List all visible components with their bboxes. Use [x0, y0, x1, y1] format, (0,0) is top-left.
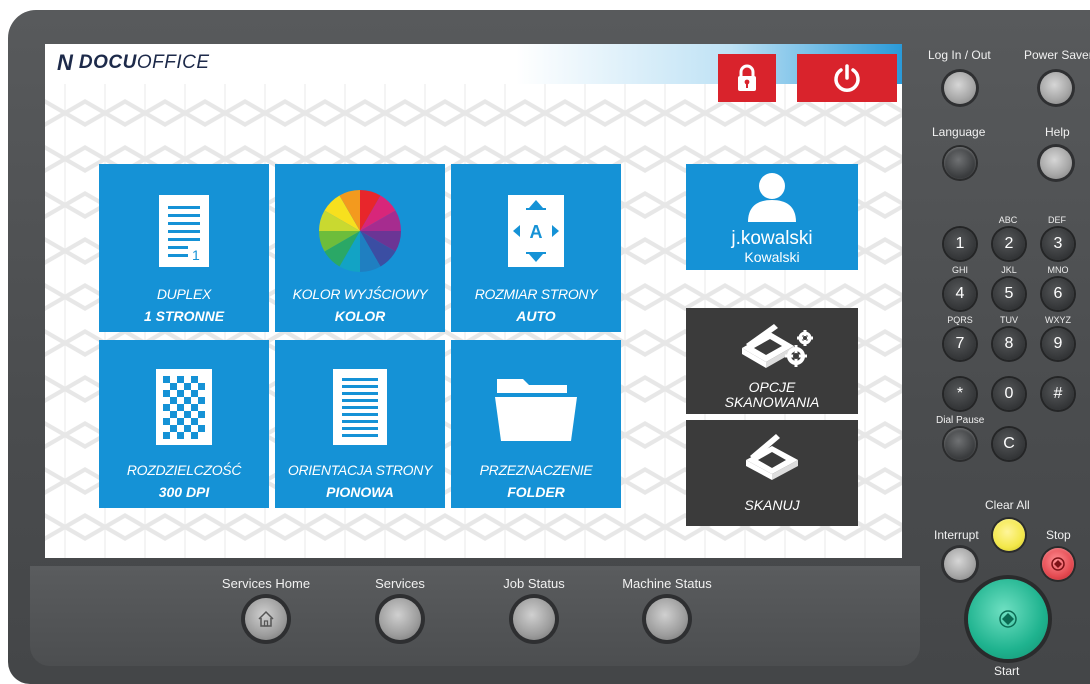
destination-tile[interactable]: PRZEZNACZENIE FOLDER: [451, 340, 621, 508]
key-8-letters: TUV: [1000, 315, 1018, 325]
job-status-button[interactable]: [513, 598, 555, 640]
key-3-letters: DEF: [1048, 215, 1066, 225]
lock-icon: [738, 64, 756, 91]
scan-label: SKANUJ: [744, 497, 800, 513]
login-logout-button[interactable]: [944, 72, 976, 104]
logo-mark: N: [57, 50, 73, 75]
services-label: Services: [375, 576, 425, 591]
key-7-letters: PQRS: [947, 315, 973, 325]
dial-pause-label: Dial Pause: [936, 415, 985, 426]
resolution-checker-icon: [156, 369, 212, 445]
lock-button[interactable]: [718, 54, 776, 102]
folder-icon: [495, 379, 577, 441]
power-button[interactable]: [797, 54, 897, 102]
key-5[interactable]: 5: [993, 278, 1025, 310]
job-status-label: Job Status: [503, 576, 565, 591]
key-9[interactable]: 9: [1042, 328, 1074, 360]
interrupt-button[interactable]: [944, 548, 976, 580]
services-button[interactable]: [379, 598, 421, 640]
destination-value: FOLDER: [507, 484, 565, 500]
page-size-value: AUTO: [516, 308, 556, 324]
touch-screen: N DOCU OFFICE 1 DUPLEX 1 STRONNE KOLOR W…: [45, 44, 902, 558]
page-size-icon: A: [508, 195, 564, 267]
machine-status-label: Machine Status: [622, 576, 712, 591]
scan-options-line2: SKANOWANIA: [724, 394, 820, 410]
output-color-value: KOLOR: [334, 308, 386, 324]
scan-options-line1: OPCJE: [748, 379, 796, 395]
key-5-letters: JKL: [1001, 265, 1017, 275]
dial-pause-button[interactable]: [944, 428, 976, 460]
services-home-button[interactable]: [245, 598, 287, 640]
stop-button[interactable]: [1042, 548, 1074, 580]
user-tile[interactable]: j.kowalski Kowalski: [686, 164, 858, 270]
duplex-document-icon: 1: [159, 195, 209, 267]
key-7[interactable]: 7: [944, 328, 976, 360]
stop-icon: [1051, 557, 1065, 571]
help-button[interactable]: [1040, 147, 1072, 179]
key-clear[interactable]: C: [993, 428, 1025, 460]
orientation-tile[interactable]: ORIENTACJA STRONY PIONOWA: [275, 340, 445, 508]
services-home-label: Services Home: [221, 576, 311, 591]
machine-status-button[interactable]: [646, 598, 688, 640]
svg-text:1: 1: [192, 247, 200, 263]
key-6[interactable]: 6: [1042, 278, 1074, 310]
logo-text-bold: DOCU: [78, 52, 137, 73]
username: j.kowalski: [731, 228, 813, 249]
duplex-label: DUPLEX: [156, 286, 212, 302]
scan-tile[interactable]: SKANUJ: [686, 420, 858, 526]
page-size-icon-letter: A: [530, 222, 543, 242]
start-icon: [999, 610, 1017, 628]
resolution-value: 300 DPI: [158, 484, 210, 500]
interrupt-label: Interrupt: [934, 528, 979, 542]
key-0[interactable]: 0: [993, 378, 1025, 410]
power-saver-button[interactable]: [1040, 72, 1072, 104]
language-button[interactable]: [944, 147, 976, 179]
scanner-icon: [746, 434, 798, 480]
key-3[interactable]: 3: [1042, 228, 1074, 260]
key-2[interactable]: 2: [993, 228, 1025, 260]
color-wheel-icon: [319, 190, 401, 272]
resolution-label: ROZDZIELCZOŚĆ: [126, 462, 242, 478]
duplex-value: 1 STRONNE: [143, 308, 225, 324]
key-2-letters: ABC: [998, 215, 1018, 225]
scan-options-tile[interactable]: OPCJE SKANOWANIA: [686, 308, 858, 414]
clear-all-label: Clear All: [985, 498, 1030, 512]
clear-all-button[interactable]: [993, 519, 1025, 551]
help-label: Help: [1045, 125, 1070, 139]
orientation-label: ORIENTACJA STRONY: [287, 462, 433, 478]
language-label: Language: [932, 125, 986, 139]
key-4-letters: GHI: [951, 265, 968, 275]
output-color-tile[interactable]: KOLOR WYJŚCIOWY KOLOR: [275, 164, 445, 332]
output-color-label: KOLOR WYJŚCIOWY: [292, 286, 428, 302]
scanner-settings-icon: [742, 324, 813, 368]
start-label: Start: [994, 664, 1020, 678]
key-1[interactable]: 1: [944, 228, 976, 260]
destination-label: PRZEZNACZENIE: [479, 462, 593, 478]
portrait-page-icon: [333, 369, 387, 445]
orientation-value: PIONOWA: [326, 484, 394, 500]
user-surname: Kowalski: [744, 249, 800, 265]
duplex-tile[interactable]: 1 DUPLEX 1 STRONNE: [99, 164, 269, 332]
key-star[interactable]: *: [944, 378, 976, 410]
stop-label: Stop: [1046, 528, 1071, 542]
logo-text-light: OFFICE: [136, 52, 210, 73]
docuoffice-logo: N DOCU OFFICE: [57, 50, 210, 76]
key-6-letters: MNO: [1047, 265, 1069, 275]
resolution-tile[interactable]: ROZDZIELCZOŚĆ 300 DPI: [99, 340, 269, 508]
key-9-letters: WXYZ: [1045, 315, 1071, 325]
key-4[interactable]: 4: [944, 278, 976, 310]
user-avatar-icon: [748, 173, 796, 222]
home-icon: [258, 610, 274, 627]
power-saver-label: Power Saver: [1024, 48, 1090, 62]
key-8[interactable]: 8: [993, 328, 1025, 360]
key-hash[interactable]: #: [1042, 378, 1074, 410]
login-logout-label: Log In / Out: [928, 48, 991, 62]
page-size-label: ROZMIAR STRONY: [474, 286, 598, 302]
start-button[interactable]: [968, 579, 1048, 659]
page-size-tile[interactable]: A ROZMIAR STRONY AUTO: [451, 164, 621, 332]
power-icon: [834, 64, 860, 92]
